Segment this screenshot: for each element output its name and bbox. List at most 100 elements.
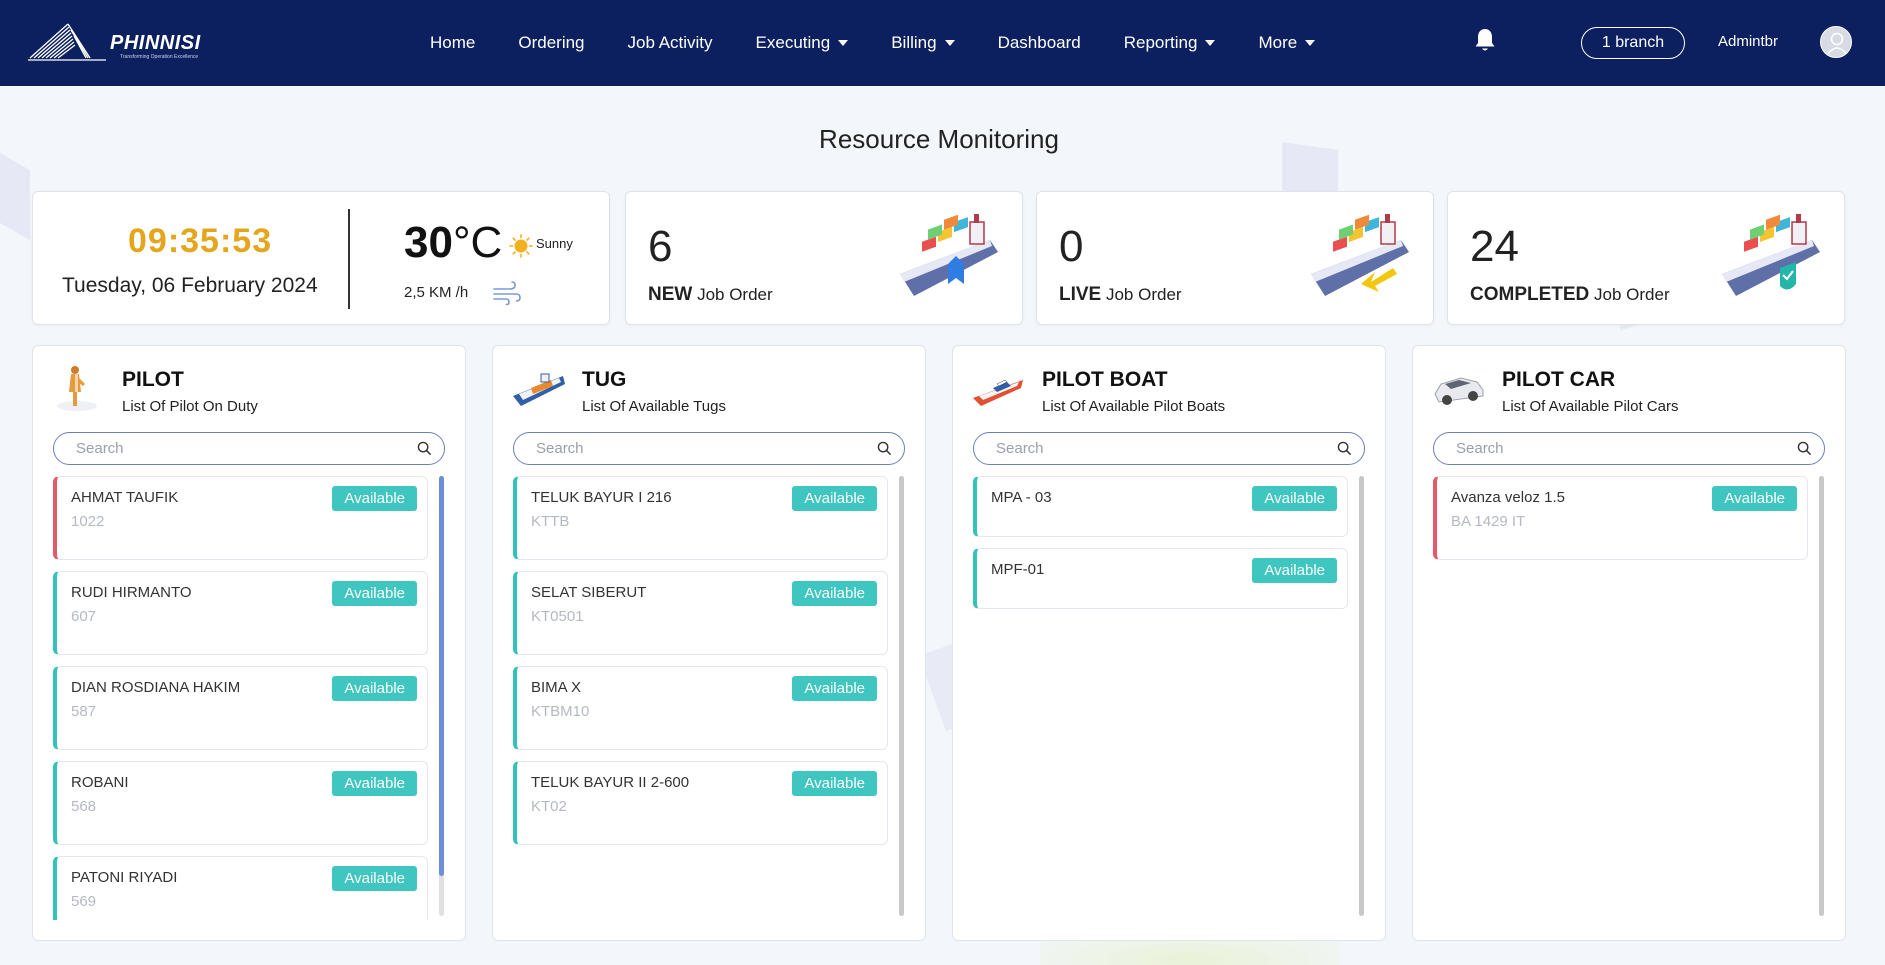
item-name: MPA - 03 [991,489,1052,506]
status-badge: Available [792,581,877,606]
nav-item-executing[interactable]: Executing [756,33,849,53]
pilot-car-list-scrollbar[interactable] [1819,476,1824,916]
nav-item-job-activity[interactable]: Job Activity [628,33,713,53]
completed-job-label: COMPLETED Job Order [1470,284,1670,306]
brand-logo[interactable]: PHINNISI Transforming Operation Excellen… [28,18,218,62]
pilot-boat-panel: PILOT BOAT List Of Available Pilot Boats… [952,345,1386,941]
list-item[interactable]: TELUK BAYUR I 216 KTTB Available [513,476,888,560]
scroll-thumb[interactable] [899,476,904,916]
status-badge: Available [792,486,877,511]
pilot-list: AHMAT TAUFIK 1022 Available RUDI HIRMANTO 60… [53,476,428,920]
status-badge: Available [332,581,417,606]
tug-list-scrollbar[interactable] [899,476,904,916]
pilot-boat-search-input[interactable] [996,433,1336,464]
status-badge: Available [332,771,417,796]
user-name[interactable]: Admintbr [1718,33,1778,50]
status-badge: Available [1712,486,1797,511]
search-icon[interactable] [1797,441,1812,456]
sun-icon [509,234,533,258]
scroll-thumb[interactable] [1359,476,1364,916]
nav-item-more[interactable]: More [1258,33,1316,53]
caret-down-icon [838,40,849,46]
panel-title: PILOT CAR [1502,368,1616,391]
nav-item-home[interactable]: Home [430,33,475,53]
pilot-icon [57,366,97,411]
list-item[interactable]: AHMAT TAUFIK 1022 Available [53,476,428,560]
nav-item-ordering[interactable]: Ordering [518,33,584,53]
search-icon[interactable] [877,441,892,456]
nav-item-label: Dashboard [997,33,1081,52]
brand-tagline: Transforming Operation Excellence [120,54,199,60]
nav-item-label: Job Activity [627,33,713,52]
list-item[interactable]: ROBANI 568 Available [53,761,428,845]
live-job-order-card[interactable]: 0 LIVE Job Order [1036,191,1434,325]
item-code: 587 [71,703,97,720]
temperature: 30°C [404,218,502,268]
pilot-list-scrollbar[interactable] [439,476,444,916]
panel-title: TUG [582,368,627,391]
list-item[interactable]: PATONI RIYADI 569 Available [53,856,428,920]
status-badge: Available [792,676,877,701]
new-job-order-card[interactable]: 6 NEW Job Order [625,191,1023,325]
list-item[interactable]: RUDI HIRMANTO 607 Available [53,571,428,655]
temperature-unit: °C [452,218,503,267]
scroll-thumb[interactable] [439,476,444,876]
divider [348,209,350,309]
completed-job-order-card[interactable]: 24 COMPLETED Job Order [1447,191,1845,325]
item-name: SELAT SIBERUT [531,584,647,601]
list-item[interactable]: Avanza veloz 1.5 BA 1429 IT Available [1433,476,1808,560]
logo-mark-icon [28,23,106,61]
current-date: Tuesday, 06 February 2024 [62,274,318,297]
status-badge: Available [332,676,417,701]
list-item[interactable]: DIAN ROSDIANA HAKIM 587 Available [53,666,428,750]
nav-item-label: Ordering [518,33,585,52]
pilot-boat-list: MPA - 03 Available MPF-01 Available [973,476,1348,920]
branch-selector-button[interactable]: 1 branch [1581,27,1685,59]
nav-item-reporting[interactable]: Reporting [1124,33,1216,53]
panel-title: PILOT [122,368,184,391]
wind-icon [493,281,521,306]
search-icon[interactable] [417,441,432,456]
item-code: BA 1429 IT [1451,513,1526,530]
pilot-search-input[interactable] [76,433,416,464]
item-code: 1022 [71,513,105,530]
item-name: AHMAT TAUFIK [71,489,179,506]
notification-bell-icon[interactable] [1473,27,1497,53]
completed-job-label-bold: COMPLETED [1470,284,1590,305]
list-item[interactable]: TELUK BAYUR II 2-600 KT02 Available [513,761,888,845]
temperature-value: 30 [404,218,453,267]
live-job-count: 0 [1059,222,1084,271]
avatar[interactable] [1820,26,1852,58]
tug-search-input[interactable] [536,433,876,464]
search-icon[interactable] [1337,441,1352,456]
pilot-boat-icon [973,379,1023,406]
list-item[interactable]: MPF-01 Available [973,548,1348,609]
pilot-boat-list-scrollbar[interactable] [1359,476,1364,916]
item-name: MPF-01 [991,561,1045,578]
new-job-count: 6 [648,222,673,271]
pilot-panel: PILOT List Of Pilot On Duty AHMAT TAUFIK… [32,345,466,941]
nav-item-dashboard[interactable]: Dashboard [998,33,1081,53]
tug-list: TELUK BAYUR I 216 KTTB Available SELAT SIBE… [513,476,888,920]
list-item[interactable]: BIMA X KTBM10 Available [513,666,888,750]
panel-subtitle: List Of Available Pilot Cars [1502,398,1679,415]
live-job-label-bold: LIVE [1059,284,1102,305]
cargo-ship-new-icon [900,214,998,296]
cargo-ship-live-icon [1311,214,1409,296]
scroll-thumb[interactable] [1819,476,1824,916]
panel-subtitle: List Of Available Pilot Boats [1042,398,1226,415]
item-code: KT02 [531,798,567,815]
completed-job-count: 24 [1470,222,1519,271]
live-job-label-text: Job Order [1105,285,1182,304]
item-name: TELUK BAYUR II 2-600 [531,774,690,791]
tug-search [513,432,905,465]
nav-item-billing[interactable]: Billing [891,33,955,53]
list-item[interactable]: SELAT SIBERUT KT0501 Available [513,571,888,655]
nav-item-label: Reporting [1123,33,1198,52]
item-code: KT0501 [531,608,584,625]
status-badge: Available [332,866,417,891]
pilot-car-search-input[interactable] [1456,433,1796,464]
panel-title: PILOT BOAT [1042,368,1168,391]
list-item[interactable]: MPA - 03 Available [973,476,1348,537]
clock-weather-card: 09:35:53 Tuesday, 06 February 2024 30°C … [32,191,610,325]
